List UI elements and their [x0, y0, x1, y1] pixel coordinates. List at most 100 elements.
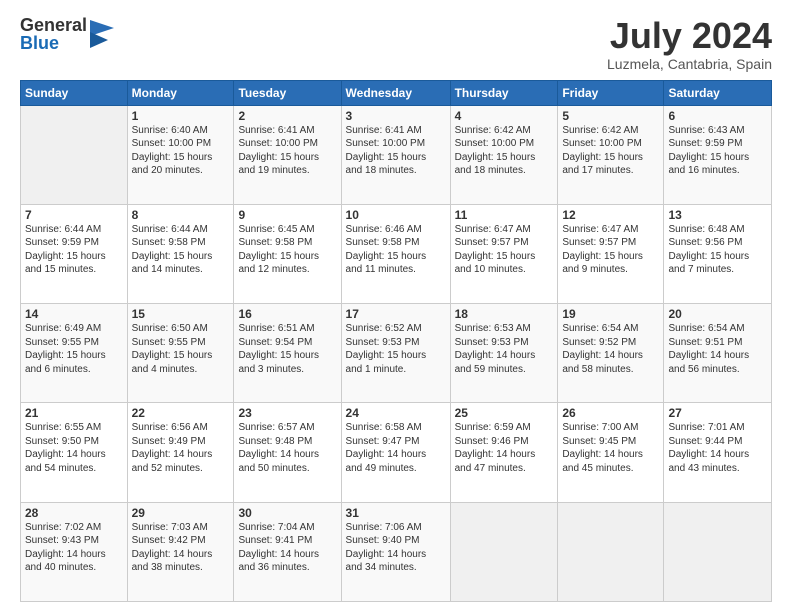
day-info: Sunrise: 6:41 AM Sunset: 10:00 PM Daylig… — [238, 124, 336, 178]
page: General Blue July 2024 Luzmela, Cantabri… — [0, 0, 792, 612]
day-number: 27 — [668, 406, 767, 420]
day-info: Sunrise: 6:48 AM Sunset: 9:56 PM Dayligh… — [668, 223, 767, 277]
calendar-cell: 21Sunrise: 6:55 AM Sunset: 9:50 PM Dayli… — [21, 403, 128, 502]
day-info: Sunrise: 7:04 AM Sunset: 9:41 PM Dayligh… — [238, 521, 336, 575]
header: General Blue July 2024 Luzmela, Cantabri… — [20, 16, 772, 72]
calendar-body: 1Sunrise: 6:40 AM Sunset: 10:00 PM Dayli… — [21, 105, 772, 601]
day-info: Sunrise: 6:40 AM Sunset: 10:00 PM Daylig… — [132, 124, 230, 178]
day-info: Sunrise: 6:42 AM Sunset: 10:00 PM Daylig… — [455, 124, 554, 178]
calendar-cell: 15Sunrise: 6:50 AM Sunset: 9:55 PM Dayli… — [127, 304, 234, 403]
day-info: Sunrise: 6:51 AM Sunset: 9:54 PM Dayligh… — [238, 322, 336, 376]
day-number: 1 — [132, 109, 230, 123]
calendar-cell: 22Sunrise: 6:56 AM Sunset: 9:49 PM Dayli… — [127, 403, 234, 502]
calendar-cell: 29Sunrise: 7:03 AM Sunset: 9:42 PM Dayli… — [127, 502, 234, 601]
day-info: Sunrise: 6:55 AM Sunset: 9:50 PM Dayligh… — [25, 421, 123, 475]
day-number: 10 — [346, 208, 446, 222]
calendar-cell: 28Sunrise: 7:02 AM Sunset: 9:43 PM Dayli… — [21, 502, 128, 601]
day-info: Sunrise: 6:54 AM Sunset: 9:51 PM Dayligh… — [668, 322, 767, 376]
col-tuesday: Tuesday — [234, 80, 341, 105]
calendar-cell: 11Sunrise: 6:47 AM Sunset: 9:57 PM Dayli… — [450, 204, 558, 303]
day-number: 23 — [238, 406, 336, 420]
day-number: 28 — [25, 506, 123, 520]
calendar-cell: 14Sunrise: 6:49 AM Sunset: 9:55 PM Dayli… — [21, 304, 128, 403]
col-wednesday: Wednesday — [341, 80, 450, 105]
calendar-cell: 19Sunrise: 6:54 AM Sunset: 9:52 PM Dayli… — [558, 304, 664, 403]
day-number: 6 — [668, 109, 767, 123]
day-number: 31 — [346, 506, 446, 520]
day-info: Sunrise: 6:52 AM Sunset: 9:53 PM Dayligh… — [346, 322, 446, 376]
calendar-header: Sunday Monday Tuesday Wednesday Thursday… — [21, 80, 772, 105]
col-friday: Friday — [558, 80, 664, 105]
calendar-cell: 31Sunrise: 7:06 AM Sunset: 9:40 PM Dayli… — [341, 502, 450, 601]
calendar-cell: 2Sunrise: 6:41 AM Sunset: 10:00 PM Dayli… — [234, 105, 341, 204]
day-number: 4 — [455, 109, 554, 123]
day-info: Sunrise: 7:00 AM Sunset: 9:45 PM Dayligh… — [562, 421, 659, 475]
day-number: 16 — [238, 307, 336, 321]
calendar-cell — [664, 502, 772, 601]
calendar-cell: 10Sunrise: 6:46 AM Sunset: 9:58 PM Dayli… — [341, 204, 450, 303]
logo-blue: Blue — [20, 34, 87, 52]
calendar-week-4: 21Sunrise: 6:55 AM Sunset: 9:50 PM Dayli… — [21, 403, 772, 502]
calendar-cell: 27Sunrise: 7:01 AM Sunset: 9:44 PM Dayli… — [664, 403, 772, 502]
calendar-cell: 6Sunrise: 6:43 AM Sunset: 9:59 PM Daylig… — [664, 105, 772, 204]
calendar-cell: 12Sunrise: 6:47 AM Sunset: 9:57 PM Dayli… — [558, 204, 664, 303]
calendar-cell — [450, 502, 558, 601]
day-info: Sunrise: 7:01 AM Sunset: 9:44 PM Dayligh… — [668, 421, 767, 475]
col-thursday: Thursday — [450, 80, 558, 105]
calendar-cell: 5Sunrise: 6:42 AM Sunset: 10:00 PM Dayli… — [558, 105, 664, 204]
calendar-cell: 25Sunrise: 6:59 AM Sunset: 9:46 PM Dayli… — [450, 403, 558, 502]
day-number: 21 — [25, 406, 123, 420]
calendar-table: Sunday Monday Tuesday Wednesday Thursday… — [20, 80, 772, 602]
calendar-cell — [21, 105, 128, 204]
day-info: Sunrise: 6:42 AM Sunset: 10:00 PM Daylig… — [562, 124, 659, 178]
day-number: 13 — [668, 208, 767, 222]
calendar-cell: 18Sunrise: 6:53 AM Sunset: 9:53 PM Dayli… — [450, 304, 558, 403]
calendar-week-5: 28Sunrise: 7:02 AM Sunset: 9:43 PM Dayli… — [21, 502, 772, 601]
col-sunday: Sunday — [21, 80, 128, 105]
day-number: 2 — [238, 109, 336, 123]
calendar-cell: 17Sunrise: 6:52 AM Sunset: 9:53 PM Dayli… — [341, 304, 450, 403]
calendar-week-2: 7Sunrise: 6:44 AM Sunset: 9:59 PM Daylig… — [21, 204, 772, 303]
day-info: Sunrise: 6:47 AM Sunset: 9:57 PM Dayligh… — [455, 223, 554, 277]
day-number: 26 — [562, 406, 659, 420]
calendar-cell: 24Sunrise: 6:58 AM Sunset: 9:47 PM Dayli… — [341, 403, 450, 502]
day-number: 11 — [455, 208, 554, 222]
day-number: 22 — [132, 406, 230, 420]
day-number: 25 — [455, 406, 554, 420]
day-info: Sunrise: 7:02 AM Sunset: 9:43 PM Dayligh… — [25, 521, 123, 575]
day-number: 8 — [132, 208, 230, 222]
calendar-cell: 23Sunrise: 6:57 AM Sunset: 9:48 PM Dayli… — [234, 403, 341, 502]
calendar-cell — [558, 502, 664, 601]
day-number: 9 — [238, 208, 336, 222]
day-info: Sunrise: 6:44 AM Sunset: 9:59 PM Dayligh… — [25, 223, 123, 277]
month-title: July 2024 — [607, 16, 772, 56]
calendar-cell: 30Sunrise: 7:04 AM Sunset: 9:41 PM Dayli… — [234, 502, 341, 601]
calendar-cell: 1Sunrise: 6:40 AM Sunset: 10:00 PM Dayli… — [127, 105, 234, 204]
calendar-cell: 9Sunrise: 6:45 AM Sunset: 9:58 PM Daylig… — [234, 204, 341, 303]
day-info: Sunrise: 6:56 AM Sunset: 9:49 PM Dayligh… — [132, 421, 230, 475]
day-number: 30 — [238, 506, 336, 520]
day-info: Sunrise: 6:44 AM Sunset: 9:58 PM Dayligh… — [132, 223, 230, 277]
calendar-cell: 26Sunrise: 7:00 AM Sunset: 9:45 PM Dayli… — [558, 403, 664, 502]
day-info: Sunrise: 6:57 AM Sunset: 9:48 PM Dayligh… — [238, 421, 336, 475]
calendar-cell: 4Sunrise: 6:42 AM Sunset: 10:00 PM Dayli… — [450, 105, 558, 204]
day-info: Sunrise: 7:03 AM Sunset: 9:42 PM Dayligh… — [132, 521, 230, 575]
calendar-cell: 16Sunrise: 6:51 AM Sunset: 9:54 PM Dayli… — [234, 304, 341, 403]
day-info: Sunrise: 6:41 AM Sunset: 10:00 PM Daylig… — [346, 124, 446, 178]
calendar-cell: 13Sunrise: 6:48 AM Sunset: 9:56 PM Dayli… — [664, 204, 772, 303]
calendar-week-3: 14Sunrise: 6:49 AM Sunset: 9:55 PM Dayli… — [21, 304, 772, 403]
logo-general: General — [20, 16, 87, 34]
day-number: 19 — [562, 307, 659, 321]
day-info: Sunrise: 6:47 AM Sunset: 9:57 PM Dayligh… — [562, 223, 659, 277]
day-info: Sunrise: 7:06 AM Sunset: 9:40 PM Dayligh… — [346, 521, 446, 575]
day-number: 29 — [132, 506, 230, 520]
day-info: Sunrise: 6:46 AM Sunset: 9:58 PM Dayligh… — [346, 223, 446, 277]
day-number: 17 — [346, 307, 446, 321]
logo: General Blue — [20, 16, 114, 52]
day-info: Sunrise: 6:53 AM Sunset: 9:53 PM Dayligh… — [455, 322, 554, 376]
title-area: July 2024 Luzmela, Cantabria, Spain — [607, 16, 772, 72]
day-number: 5 — [562, 109, 659, 123]
day-number: 20 — [668, 307, 767, 321]
day-info: Sunrise: 6:54 AM Sunset: 9:52 PM Dayligh… — [562, 322, 659, 376]
day-info: Sunrise: 6:49 AM Sunset: 9:55 PM Dayligh… — [25, 322, 123, 376]
